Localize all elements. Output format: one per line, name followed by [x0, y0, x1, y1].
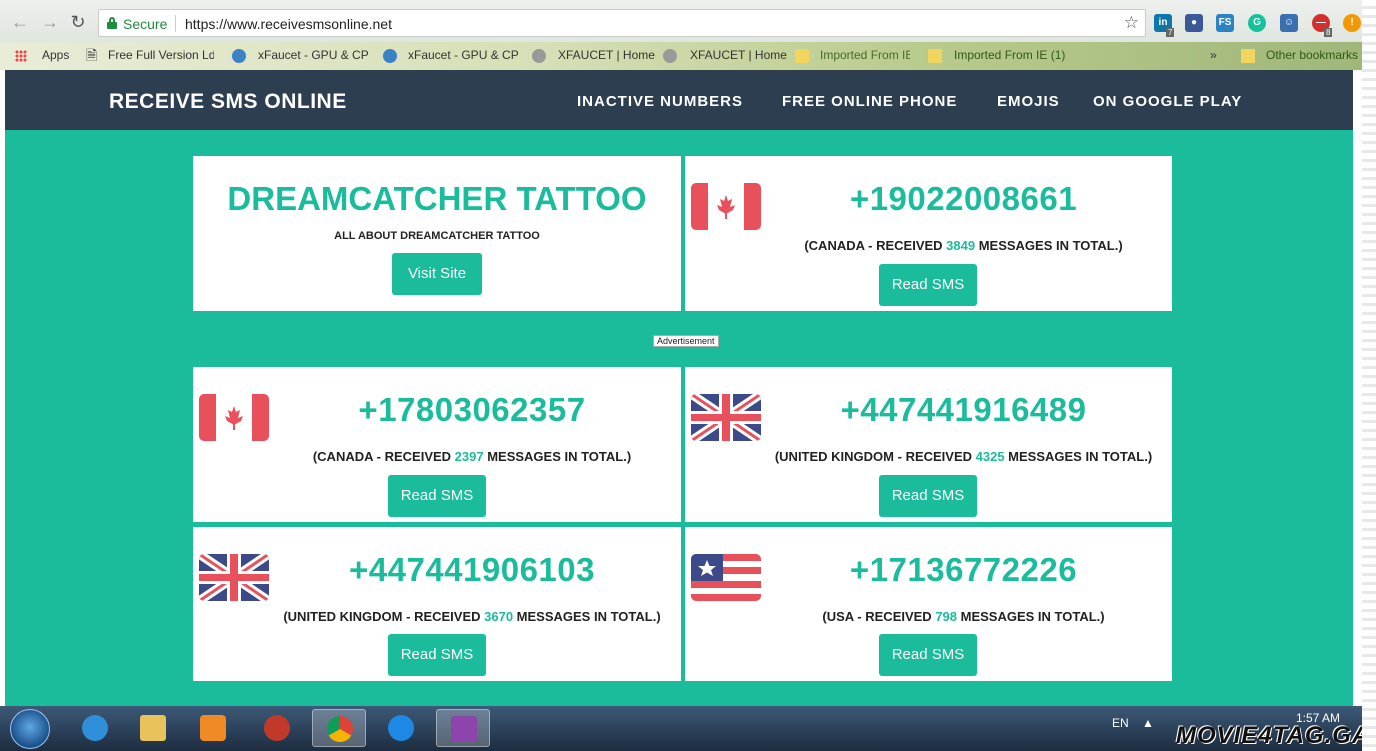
ad-title: DREAMCATCHER TATTOO [227, 180, 647, 217]
bookmark-free-full-version[interactable]: Free Full Version Ld [108, 48, 214, 62]
secure-label: Secure [123, 16, 168, 32]
folder-icon [928, 49, 942, 63]
folder-icon [1241, 49, 1255, 63]
xfaucet-icon [383, 49, 397, 63]
chrome-icon [327, 716, 353, 742]
xfaucet-icon [232, 49, 246, 63]
nav-inactive-numbers[interactable]: INACTIVE NUMBERS [577, 93, 743, 110]
page-icon: 🗎 [86, 47, 98, 63]
url-text[interactable]: https://www.receivesmsonline.net [185, 16, 392, 32]
read-sms-button[interactable]: Read SMS [879, 264, 977, 306]
phone-number[interactable]: +447441906103 [193, 551, 681, 589]
ad-subtitle: ALL ABOUT DREAMCATCHER TATTOO [334, 230, 540, 242]
start-button-icon[interactable] [10, 709, 50, 749]
profile-extension-icon[interactable]: ☺ [1280, 14, 1298, 32]
taskbar-app-blue[interactable] [374, 709, 428, 747]
media-player-icon [200, 715, 226, 741]
red-app-icon [264, 715, 290, 741]
read-sms-button[interactable]: Read SMS [388, 634, 486, 676]
folder-icon [795, 49, 809, 63]
internet-explorer-icon [82, 715, 108, 741]
extension-badge: 7 [1166, 28, 1175, 37]
bookmarks-overflow[interactable]: » [1210, 48, 1217, 62]
number-card: +19022008661 (CANADA - RECEIVED 3849 MES… [685, 156, 1172, 311]
phone-number[interactable]: +17803062357 [193, 391, 681, 429]
reload-icon[interactable]: ↻ [68, 12, 88, 32]
bookmark-other[interactable]: Other bookmarks [1266, 48, 1358, 62]
windows-taskbar: EN ▲ 1:57 AM [0, 706, 1362, 751]
nav-emojis[interactable]: EMOJIS [997, 93, 1060, 110]
phone-stats: (USA - RECEIVED 798 MESSAGES IN TOTAL.) [822, 609, 1105, 624]
browser-toolbar: ← → ↻ Secure https://www.receivesmsonlin… [0, 0, 1362, 42]
bookmark-xfaucet-2[interactable]: xFaucet - GPU & CPU [408, 48, 518, 62]
taskbar-chrome[interactable] [312, 709, 366, 747]
xfaucet-home-icon [532, 49, 546, 63]
bookmark-apps[interactable]: Apps [42, 48, 69, 62]
group-extension-icon[interactable]: ● [1185, 14, 1203, 32]
read-sms-button[interactable]: Read SMS [388, 475, 486, 517]
read-sms-button[interactable]: Read SMS [879, 634, 977, 676]
bookmark-xfaucet-1[interactable]: xFaucet - GPU & CPU [258, 48, 368, 62]
address-divider [175, 15, 176, 32]
fst-extension-icon[interactable]: FS [1216, 14, 1234, 32]
lock-icon [107, 17, 117, 29]
taskbar-ie[interactable] [68, 709, 122, 747]
apps-icon[interactable] [15, 50, 27, 62]
phone-stats: (UNITED KINGDOM - RECEIVED 3670 MESSAGES… [283, 609, 661, 624]
bookmark-imported-ie[interactable]: Imported From IE [820, 48, 910, 62]
back-icon[interactable]: ← [10, 12, 30, 32]
nav-on-google-play[interactable]: ON GOOGLE PLAY [1093, 93, 1242, 110]
taskbar-explorer[interactable] [126, 709, 180, 747]
number-card: +17136772226 (USA - RECEIVED 798 MESSAGE… [685, 527, 1172, 681]
phone-stats: (CANADA - RECEIVED 3849 MESSAGES IN TOTA… [804, 238, 1123, 253]
language-indicator[interactable]: EN [1112, 716, 1129, 730]
taskbar-app-red[interactable] [250, 709, 304, 747]
phone-number[interactable]: +19022008661 [685, 180, 1172, 218]
tray-expand-icon[interactable]: ▲ [1142, 716, 1154, 730]
number-card: +447441916489 (UNITED KINGDOM - RECEIVED… [685, 367, 1172, 522]
extension-badge: 8 [1324, 28, 1333, 37]
advertisement-label: Advertisement [653, 335, 719, 347]
bookmarks-bar: Apps 🗎 Free Full Version Ld xFaucet - GP… [0, 42, 1362, 70]
address-bar[interactable]: Secure https://www.receivesmsonline.net … [98, 9, 1146, 37]
number-card: +447441906103 (UNITED KINGDOM - RECEIVED… [193, 527, 681, 681]
visit-site-button[interactable]: Visit Site [392, 253, 482, 295]
site-header: RECEIVE SMS ONLINE INACTIVE NUMBERS FREE… [5, 70, 1353, 130]
bookmark-xfaucet-home-2[interactable]: XFAUCET | Home [690, 48, 787, 62]
phone-number[interactable]: +447441916489 [685, 391, 1172, 429]
number-card: +17803062357 (CANADA - RECEIVED 2397 MES… [193, 367, 681, 522]
bookmark-star-icon[interactable]: ☆ [1124, 13, 1139, 33]
grammarly-extension-icon[interactable]: G [1248, 14, 1266, 32]
torn-edge [1362, 0, 1376, 751]
winrar-icon [451, 716, 477, 742]
nav-free-online-phone[interactable]: FREE ONLINE PHONE [782, 93, 957, 110]
read-sms-button[interactable]: Read SMS [879, 475, 977, 517]
web-page: RECEIVE SMS ONLINE INACTIVE NUMBERS FREE… [5, 70, 1353, 706]
xfaucet-home-icon [663, 49, 677, 63]
bookmark-xfaucet-home-1[interactable]: XFAUCET | Home [558, 48, 655, 62]
taskbar-winrar[interactable] [436, 709, 490, 747]
taskbar-media[interactable] [186, 709, 240, 747]
phone-stats: (CANADA - RECEIVED 2397 MESSAGES IN TOTA… [312, 449, 632, 464]
blue-app-icon [388, 715, 414, 741]
ad-card: DREAMCATCHER TATTOO ALL ABOUT DREAMCATCH… [193, 156, 681, 311]
site-brand[interactable]: RECEIVE SMS ONLINE [109, 90, 347, 114]
forward-icon[interactable]: → [40, 12, 60, 32]
bookmark-imported-ie-1[interactable]: Imported From IE (1) [954, 48, 1065, 62]
phone-stats: (UNITED KINGDOM - RECEIVED 4325 MESSAGES… [774, 449, 1153, 464]
folder-icon [140, 715, 166, 741]
phone-number[interactable]: +17136772226 [685, 551, 1172, 589]
warning-icon[interactable]: ! [1343, 14, 1361, 32]
watermark-text: MOVIE4TAG.GA [1176, 722, 1371, 749]
